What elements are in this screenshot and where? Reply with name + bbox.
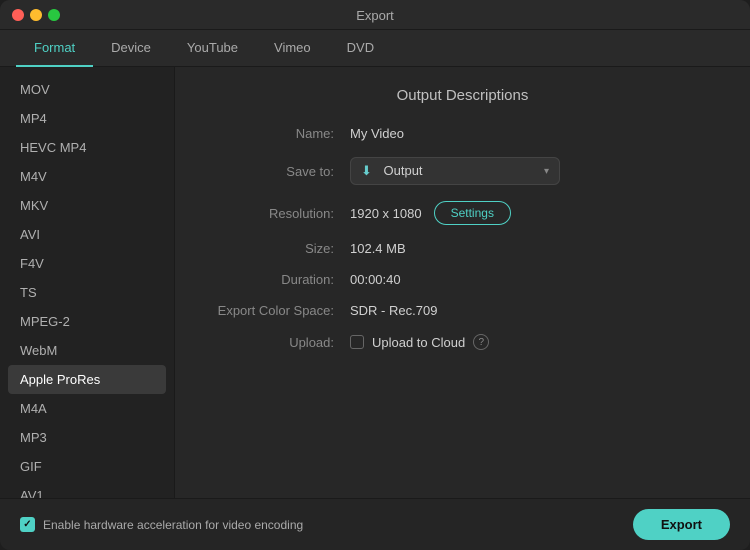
tab-bar: Format Device YouTube Vimeo DVD [0,30,750,67]
sidebar-item-webm[interactable]: WebM [0,336,174,365]
chevron-down-icon: ▾ [544,166,549,177]
color-space-value: SDR - Rec.709 [350,303,437,318]
name-row: Name: My Video [205,126,720,141]
size-label: Size: [205,241,350,256]
sidebar-item-avi[interactable]: AVI [0,220,174,249]
sidebar-item-mov[interactable]: MOV [0,75,174,104]
maximize-button[interactable] [48,9,60,21]
color-space-label: Export Color Space: [205,303,350,318]
tab-youtube[interactable]: YouTube [169,30,256,67]
section-title: Output Descriptions [205,87,720,104]
resolution-label: Resolution: [205,206,350,221]
upload-controls: Upload to Cloud ? [350,334,489,350]
traffic-lights [12,9,60,21]
minimize-button[interactable] [30,9,42,21]
size-row: Size: 102.4 MB [205,241,720,256]
close-button[interactable] [12,9,24,21]
hw-accel-checkbox[interactable] [20,517,35,532]
sidebar-item-mpeg2[interactable]: MPEG-2 [0,307,174,336]
sidebar-item-m4v[interactable]: M4V [0,162,174,191]
settings-button[interactable]: Settings [434,201,511,225]
sidebar-item-mp3[interactable]: MP3 [0,423,174,452]
sidebar-item-f4v[interactable]: F4V [0,249,174,278]
window-title: Export [356,8,394,23]
upload-cloud-checkbox[interactable] [350,335,364,349]
tab-format[interactable]: Format [16,30,93,67]
hw-accel-row: Enable hardware acceleration for video e… [20,517,303,532]
sidebar-item-mkv[interactable]: MKV [0,191,174,220]
size-value: 102.4 MB [350,241,406,256]
save-to-dropdown[interactable]: ⬇ Output ▾ [350,157,560,185]
upload-row: Upload: Upload to Cloud ? [205,334,720,350]
save-label: Save to: [205,164,350,179]
format-sidebar: MOV MP4 HEVC MP4 M4V MKV AVI F4V TS MPEG… [0,67,175,498]
duration-value: 00:00:40 [350,272,401,287]
export-button[interactable]: Export [633,509,730,540]
output-icon: ⬇ [361,163,376,178]
upload-cloud-label: Upload to Cloud [372,335,465,350]
sidebar-item-mp4[interactable]: MP4 [0,104,174,133]
sidebar-item-ts[interactable]: TS [0,278,174,307]
content-area: MOV MP4 HEVC MP4 M4V MKV AVI F4V TS MPEG… [0,67,750,498]
tab-device[interactable]: Device [93,30,169,67]
tab-vimeo[interactable]: Vimeo [256,30,329,67]
color-space-row: Export Color Space: SDR - Rec.709 [205,303,720,318]
help-icon[interactable]: ? [473,334,489,350]
sidebar-item-m4a[interactable]: M4A [0,394,174,423]
sidebar-item-gif[interactable]: GIF [0,452,174,481]
name-label: Name: [205,126,350,141]
footer: Enable hardware acceleration for video e… [0,498,750,550]
save-to-value: Output [384,163,423,178]
resolution-row: Resolution: 1920 x 1080 Settings [205,201,720,225]
tab-dvd[interactable]: DVD [329,30,392,67]
resolution-value: 1920 x 1080 [350,206,422,221]
sidebar-item-av1[interactable]: AV1 [0,481,174,498]
save-row: Save to: ⬇ Output ▾ [205,157,720,185]
export-window: Export Format Device YouTube Vimeo DVD M… [0,0,750,550]
sidebar-item-apple-prores[interactable]: Apple ProRes [8,365,166,394]
duration-row: Duration: 00:00:40 [205,272,720,287]
title-bar: Export [0,0,750,30]
hw-accel-label: Enable hardware acceleration for video e… [43,518,303,532]
upload-label: Upload: [205,335,350,350]
resolution-controls: 1920 x 1080 Settings [350,201,511,225]
duration-label: Duration: [205,272,350,287]
main-panel: Output Descriptions Name: My Video Save … [175,67,750,498]
name-value: My Video [350,126,404,141]
sidebar-item-hevc-mp4[interactable]: HEVC MP4 [0,133,174,162]
